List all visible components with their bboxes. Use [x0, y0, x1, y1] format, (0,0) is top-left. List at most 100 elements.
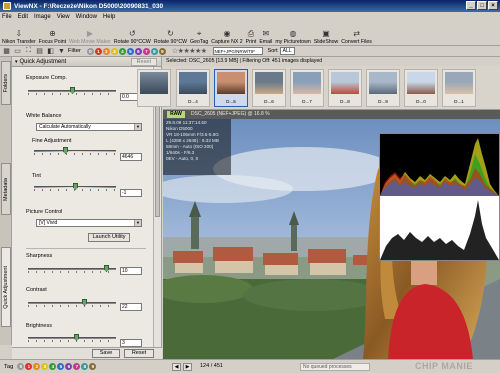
left-tab-strip: Folders Metadata Quick Adjustment [0, 57, 12, 345]
panel-header: ▾ Quick Adjustment Reset [12, 57, 161, 67]
tag-label-5[interactable]: 5 [57, 363, 65, 370]
thumbnail-image [445, 72, 473, 94]
filmstrip-thumbnail[interactable]: D...1 [442, 69, 476, 107]
viewer-view-icon[interactable]: ▭ [13, 47, 22, 55]
brightness-slider[interactable] [28, 334, 116, 342]
tab-quick-adjustment[interactable]: Quick Adjustment [1, 247, 11, 327]
panel-title: Quick Adjustment [19, 58, 67, 65]
filter-label-9[interactable]: 9 [158, 47, 166, 55]
tag-label-4[interactable]: 4 [49, 363, 57, 370]
toolbar-button-slideshow[interactable]: ▣ SlideShow [314, 23, 339, 45]
menu-image[interactable]: Image [34, 14, 51, 20]
brightness-field[interactable]: 3 [120, 339, 142, 347]
filmstrip-thumbnail[interactable] [137, 69, 171, 107]
menu-edit[interactable]: Edit [18, 14, 28, 20]
tint-field[interactable]: -1 [120, 189, 142, 197]
fine-adjustment-slider[interactable] [34, 147, 116, 155]
toolbar-button-transfer[interactable]: ⇩ Nikon Transfer [2, 23, 36, 45]
filmstrip-thumbnail[interactable]: D...8 [328, 69, 362, 107]
menu-view[interactable]: View [57, 14, 70, 20]
toolbar-button-convert[interactable]: ⇄ Convert Files [341, 23, 372, 45]
filter-label-1[interactable]: 1 [94, 47, 102, 55]
menu-window[interactable]: Window [76, 14, 97, 20]
filter-label-6[interactable]: 6 [134, 47, 142, 55]
filter-label-5[interactable]: 5 [126, 47, 134, 55]
sharpness-field[interactable]: 10 [120, 267, 142, 275]
toolbar-button-geotag[interactable]: ⌖ GeoTag [190, 23, 208, 46]
tag-label-3[interactable]: 3 [41, 363, 49, 370]
white-balance-select[interactable]: Calculate Automatically ▼ [36, 123, 142, 131]
tag-label-9[interactable]: 9 [89, 363, 97, 370]
filter-label-2[interactable]: 2 [102, 47, 110, 55]
filmstrip: D...4 D...5 D...6 D...7 D...8 D...9 D...0 D...1 [137, 66, 500, 110]
menu-file[interactable]: File [2, 14, 12, 20]
tab-folders-label: Folders [3, 73, 9, 93]
tag-label: Tag [4, 363, 14, 370]
white-balance-value: Calculate Automatically [39, 124, 91, 130]
tab-folders[interactable]: Folders [1, 61, 11, 105]
minimize-button[interactable]: _ [466, 1, 476, 10]
exposure-label: Exposure Comp. [26, 75, 67, 81]
tag-label-1[interactable]: 1 [25, 363, 33, 370]
image-viewer-icon[interactable]: ◧ [46, 47, 55, 55]
rating-filter[interactable]: ☆★★★★★ [172, 47, 207, 55]
filmstrip-thumbnail[interactable]: D...6 [252, 69, 286, 107]
toolbar-button-email[interactable]: ✉ Email [259, 23, 272, 45]
tag-label-8[interactable]: 8 [81, 363, 89, 370]
filmstrip-thumbnail[interactable]: D...4 [176, 69, 210, 107]
exposure-slider[interactable] [28, 87, 116, 95]
toolbar-button-focus-point[interactable]: ⊕ Focus Point [39, 23, 66, 45]
fine-adjustment-field[interactable]: 4646 [120, 153, 142, 161]
filter-label-4[interactable]: 4 [118, 47, 126, 55]
save-button[interactable]: Save [92, 349, 120, 358]
contrast-field[interactable]: 22 [120, 303, 142, 311]
tag-label-2[interactable]: 2 [33, 363, 41, 370]
filter-label-7[interactable]: 7 [142, 47, 150, 55]
filmstrip-thumbnail[interactable]: D...7 [290, 69, 324, 107]
tag-label-6[interactable]: 6 [65, 363, 73, 370]
type-filter-select[interactable]: NEF+JPG/NRW/TIF [212, 47, 263, 55]
footer-reset-button[interactable]: Reset [124, 349, 154, 358]
chevron-down-icon[interactable]: ▼ [134, 220, 141, 226]
filter-label-8[interactable]: 8 [150, 47, 158, 55]
brightness-label: Brightness [26, 323, 52, 329]
toolbar-button-rotate-cw[interactable]: ↻ Rotate 90°CW [154, 23, 187, 45]
thumbnail-image [331, 72, 359, 94]
tag-label-0[interactable]: 0 [17, 363, 25, 370]
thumbnail-grid-icon[interactable]: ▤ [35, 47, 44, 55]
panel-reset-button[interactable]: Reset [130, 57, 157, 66]
tag-label-7[interactable]: 7 [73, 363, 81, 370]
toolbar-button-label: Rotate 90°CCW [113, 39, 151, 45]
toolbar-button-print[interactable]: ⎙ Print [246, 23, 257, 46]
picture-control-select[interactable]: [V] Vivid ▼ [36, 219, 142, 227]
launch-utility-button[interactable]: Launch Utility [88, 233, 130, 242]
panel-collapse-icon[interactable]: ▾ [15, 59, 18, 65]
toolbar-button-rotate-ccw[interactable]: ↺ Rotate 90°CCW [114, 23, 151, 45]
toolbar-button-picturetown[interactable]: ◍ my Picturetown [275, 23, 310, 45]
tab-metadata[interactable]: Metadata [1, 163, 11, 215]
panel-scrollbar[interactable] [153, 67, 161, 349]
menu-help[interactable]: Help [103, 14, 115, 20]
previous-image-icon[interactable]: ◀ [172, 363, 181, 371]
window-title: ViewNX - F:\Reczeże\Nikon D5000\20090831… [14, 2, 164, 10]
next-image-icon[interactable]: ▶ [183, 363, 192, 371]
sort-select[interactable]: ALL [279, 47, 295, 55]
contrast-slider[interactable] [28, 299, 116, 307]
toolbar-button-label: Nikon Transfer [2, 39, 36, 45]
filmstrip-thumbnail[interactable]: D...9 [366, 69, 400, 107]
filmstrip-thumbnail[interactable]: D...5 [214, 69, 248, 107]
thumbnail-caption: D...4 [188, 99, 198, 104]
close-button[interactable]: × [488, 1, 498, 10]
toolbar-button-capture-nx[interactable]: ◉ Capture NX 2 [211, 23, 242, 45]
filmstrip-thumbnail[interactable]: D...0 [404, 69, 438, 107]
browser-view-icon[interactable]: ▦ [2, 47, 11, 55]
fullscreen-view-icon[interactable]: ⛶ [24, 47, 33, 55]
maximize-button[interactable]: □ [477, 1, 487, 10]
panel-body: Exposure Comp. 0.0 EV White Balance Calc… [12, 67, 154, 349]
tint-slider[interactable] [34, 183, 116, 191]
sharpness-slider[interactable] [28, 265, 116, 273]
filter-label-0[interactable]: 0 [86, 47, 94, 55]
filter-funnel-icon[interactable]: ▼ [57, 47, 66, 55]
filter-label-3[interactable]: 3 [110, 47, 118, 55]
chevron-down-icon[interactable]: ▼ [134, 124, 141, 130]
